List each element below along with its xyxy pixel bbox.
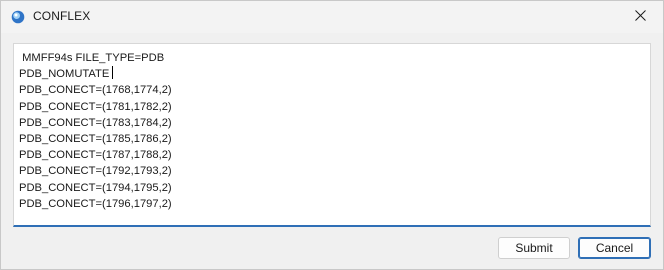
close-icon [634,8,646,26]
title-bar: CONFLEX [1,1,663,33]
editor-line: MMFF94s FILE_TYPE=PDB [19,52,165,64]
editor-line: PDB_NOMUTATE [19,68,110,81]
editor-line: PDB_CONECT=(1792,1793,2) [19,165,172,178]
cancel-button[interactable]: Cancel [578,237,651,259]
editor-line: PDB_CONECT=(1794,1795,2) [19,181,172,194]
options-text-area[interactable]: MMFF94s FILE_TYPE=PDB PDB_NOMUTATE PDB_C… [13,43,651,227]
dialog-window: CONFLEX MMFF94s FILE_TYPE=PDB PDB_NOMUTA… [0,0,664,270]
editor-line: PDB_CONECT=(1781,1782,2) [19,100,172,113]
close-button[interactable] [617,1,663,33]
editor-line: PDB_CONECT=(1787,1788,2) [19,149,172,162]
conflex-app-icon [11,10,25,24]
window-title: CONFLEX [33,9,91,23]
text-caret [112,66,114,80]
submit-button[interactable]: Submit [498,237,570,259]
editor-line: PDB_CONECT=(1785,1786,2) [19,133,172,146]
editor-line: PDB_CONECT=(1783,1784,2) [19,116,172,129]
editor-line: PDB_CONECT=(1768,1774,2) [19,84,172,97]
editor-line: PDB_CONECT=(1796,1797,2) [19,197,172,210]
